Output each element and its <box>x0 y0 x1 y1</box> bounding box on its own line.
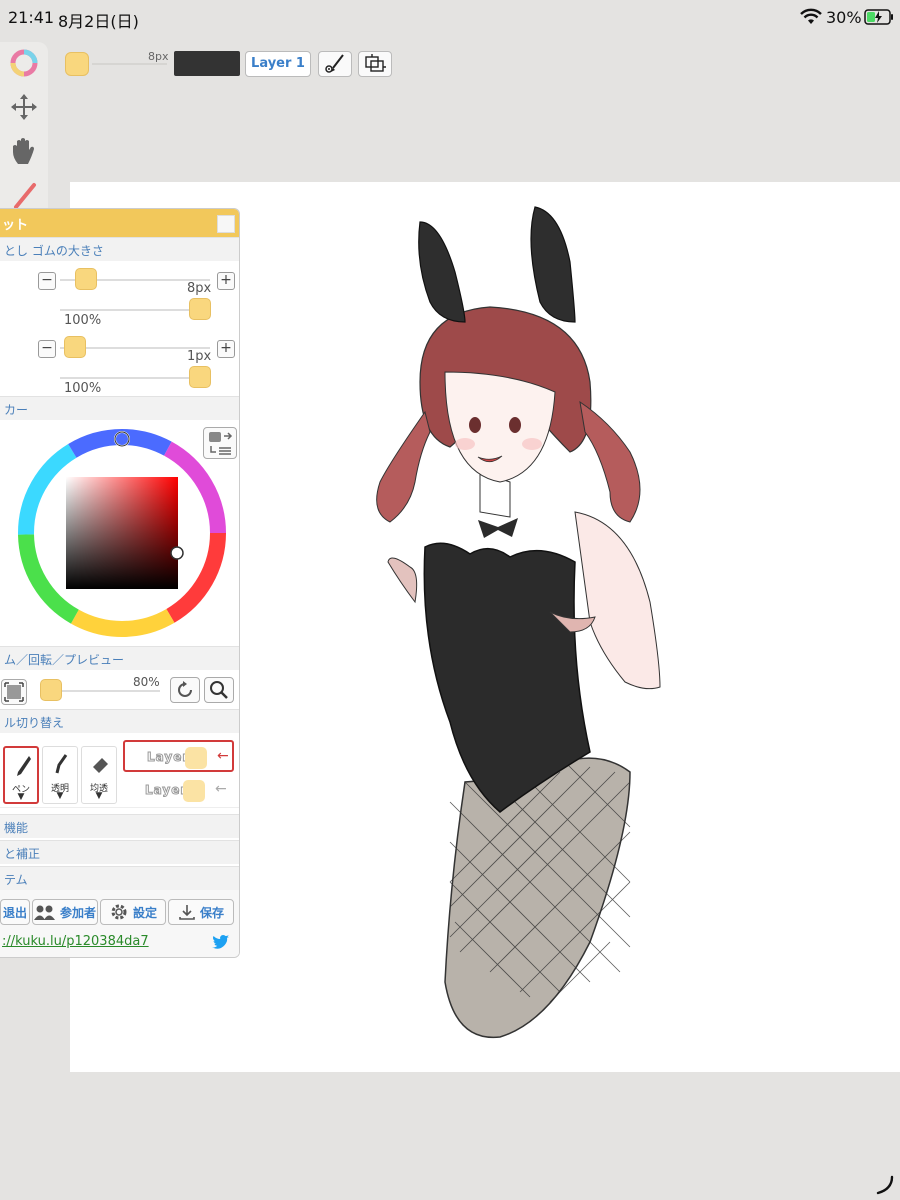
layer-row-2[interactable]: Layer2 ← <box>123 775 234 807</box>
section-tool-switch[interactable]: ル切り替え <box>0 709 239 733</box>
zoom-knob[interactable] <box>40 679 62 701</box>
tool-card-pen[interactable]: ペン ▼ <box>3 746 39 804</box>
rotate-icon <box>178 681 192 697</box>
color-wheel-tool[interactable] <box>4 44 44 82</box>
members-button-label: 参加者 <box>59 905 96 920</box>
status-time: 21:41 <box>8 8 55 27</box>
save-button[interactable]: 保存 <box>168 899 234 925</box>
panel-close-box[interactable] <box>217 215 235 233</box>
eraser-size-knob[interactable] <box>64 336 86 358</box>
exit-button-label: 退出 <box>2 905 27 920</box>
tool-card-blend[interactable]: 均透 ▼ <box>81 746 117 804</box>
panel-title: ット <box>2 218 29 233</box>
current-color-swatch[interactable] <box>174 51 240 76</box>
tool-card-pen-arrow: ▼ <box>17 792 25 802</box>
pen-opacity-track[interactable] <box>60 309 200 311</box>
section-correction-label: と補正 <box>4 847 41 861</box>
brush-size-label: 8px <box>148 50 169 63</box>
eraser-opacity-knob[interactable] <box>189 366 211 388</box>
swap-palette-icon <box>209 432 233 455</box>
eraser-opacity-track[interactable] <box>60 377 200 379</box>
eraser-small-icon <box>93 758 108 773</box>
exit-button[interactable]: 退出 <box>0 899 30 925</box>
section-color-label: カー <box>4 403 29 417</box>
section-system[interactable]: テム <box>0 866 239 890</box>
hand-icon <box>13 138 34 164</box>
tool-card-blend-arrow: ▼ <box>95 791 103 801</box>
eraser-opacity-value: 100% <box>64 381 102 396</box>
twitter-bird-icon[interactable] <box>212 934 230 950</box>
layer-1-arrow: ← <box>217 748 229 764</box>
fit-frame-icon <box>4 682 24 702</box>
section-functions[interactable]: 機能 <box>0 814 239 838</box>
eraser-size-minus[interactable]: − <box>38 340 56 358</box>
brush-gear-icon <box>325 54 344 73</box>
pen-size-value: 8px <box>187 281 212 296</box>
pen-nib-icon <box>17 756 31 776</box>
tool-row-divider <box>0 807 239 808</box>
eraser-size-plus[interactable]: + <box>217 340 235 358</box>
pen-settings-panel: ット とし ゴムの大きさ − + 8px 100% − + 1px 100% カ… <box>0 208 240 958</box>
move-tool[interactable] <box>4 88 44 126</box>
brush-size-knob[interactable] <box>65 52 89 76</box>
section-zoom[interactable]: ム／回転／プレビュー <box>0 646 239 670</box>
section-zoom-label: ム／回転／プレビュー <box>4 653 125 667</box>
section-size-label: とし ゴムの大きさ <box>4 244 104 258</box>
battery-charging-icon <box>864 9 893 25</box>
pen-size-knob[interactable] <box>75 268 97 290</box>
save-button-label: 保存 <box>199 905 224 920</box>
magnifier-icon <box>210 681 228 699</box>
rotate-reset-button[interactable] <box>170 677 200 703</box>
layer-1-opacity-knob[interactable] <box>185 747 207 769</box>
transform-button[interactable] <box>358 51 392 77</box>
section-correction[interactable]: と補正 <box>0 840 239 864</box>
color-wheel-icon <box>10 49 38 77</box>
pen-size-minus[interactable]: − <box>38 272 56 290</box>
dropper-icon <box>55 754 68 774</box>
layer-2-arrow: ← <box>215 781 227 797</box>
section-system-label: テム <box>4 873 28 887</box>
section-tool-switch-label: ル切り替え <box>4 716 65 730</box>
fit-screen-button[interactable] <box>1 679 27 705</box>
wifi-icon <box>800 8 822 24</box>
pen-opacity-knob[interactable] <box>189 298 211 320</box>
pen-size-plus[interactable]: + <box>217 272 235 290</box>
layer-button[interactable]: Layer 1 <box>245 51 311 77</box>
tool-card-transparent-arrow: ▼ <box>56 791 64 801</box>
hand-tool[interactable] <box>4 132 44 170</box>
pen-opacity-value: 100% <box>64 313 102 328</box>
layer-2-opacity-knob[interactable] <box>183 780 205 802</box>
eraser-size-value: 1px <box>187 349 212 364</box>
battery-percent: 30% <box>826 8 862 27</box>
zoom-value: 80% <box>133 675 160 689</box>
status-date: 8月2日(日) <box>58 12 139 31</box>
status-bar: 21:41 8月2日(日) 30% <box>0 0 900 36</box>
color-picker[interactable] <box>16 427 228 639</box>
layer-row-1[interactable]: Layer1 ← <box>123 740 234 772</box>
brush-settings-button[interactable] <box>318 51 352 77</box>
settings-button-label: 設定 <box>132 905 157 920</box>
preview-button[interactable] <box>204 677 234 703</box>
people-icon <box>33 905 55 920</box>
section-size[interactable]: とし ゴムの大きさ <box>0 237 239 261</box>
settings-button[interactable]: 設定 <box>100 899 166 925</box>
crop-transform-icon <box>365 54 386 72</box>
section-functions-label: 機能 <box>4 821 29 835</box>
brush-size-slider[interactable] <box>92 63 167 65</box>
members-button[interactable]: 参加者 <box>32 899 98 925</box>
section-color[interactable]: カー <box>0 396 239 420</box>
share-url-link[interactable]: ://kuku.lu/p120384da7 <box>2 934 149 949</box>
panel-header[interactable]: ット <box>0 209 239 237</box>
move-arrows-icon <box>11 94 37 120</box>
gear-icon <box>111 904 127 920</box>
pencil-corner-icon <box>876 1175 894 1195</box>
tool-card-transparent[interactable]: 透明 ▼ <box>42 746 78 804</box>
download-icon <box>179 905 195 920</box>
color-swap-button[interactable] <box>203 427 237 459</box>
